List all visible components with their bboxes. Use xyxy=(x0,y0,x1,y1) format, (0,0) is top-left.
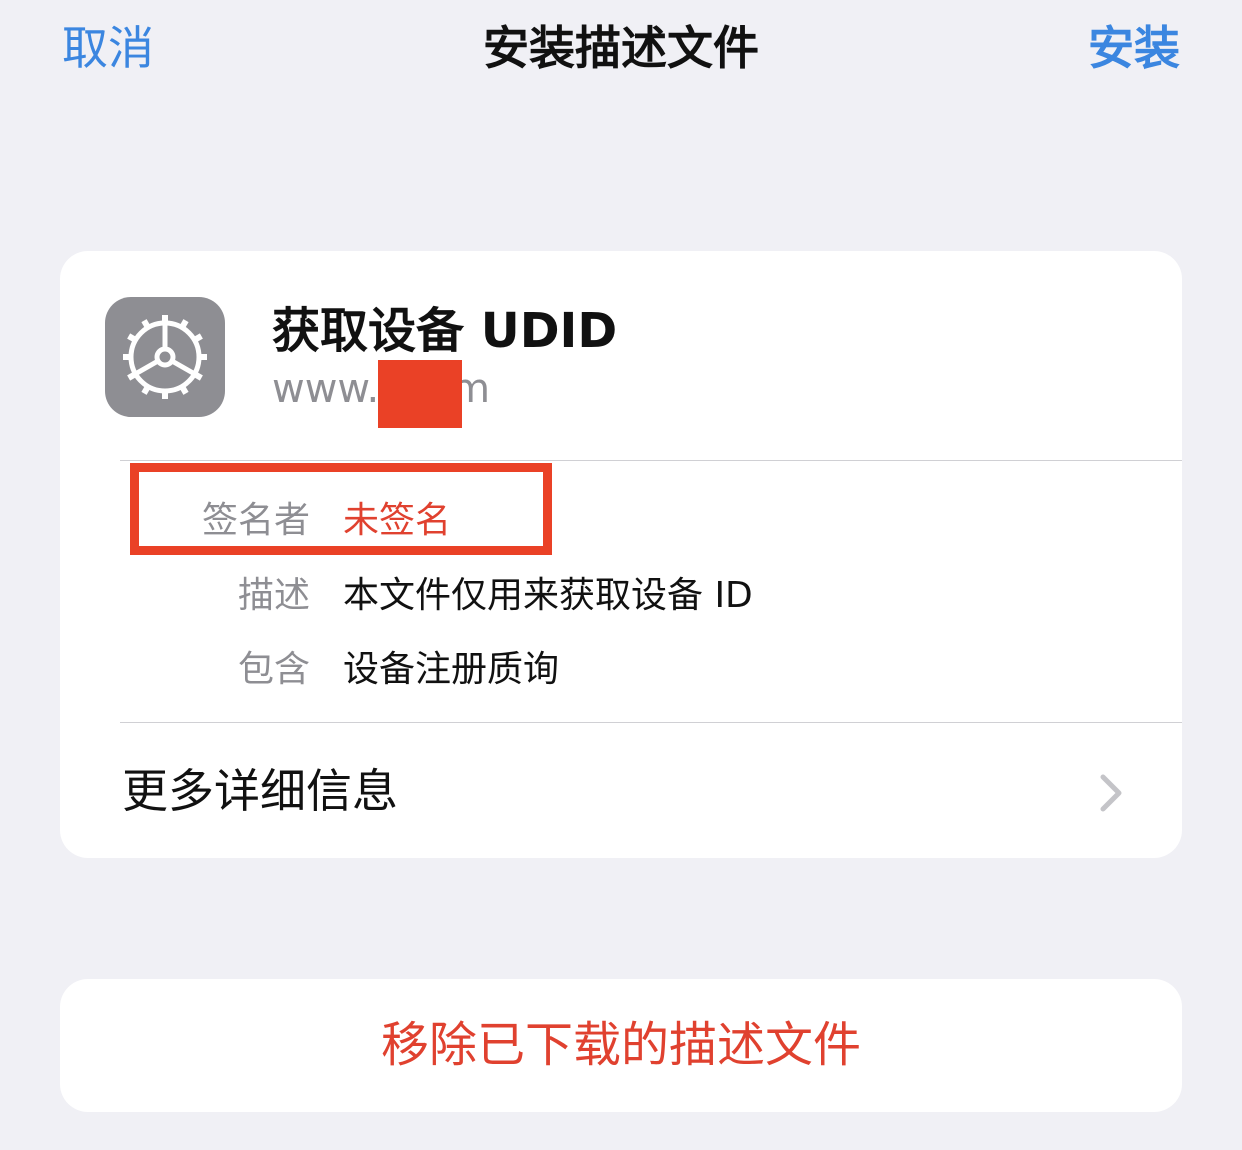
cancel-button[interactable]: 取消 xyxy=(62,16,154,80)
remove-profile-label: 移除已下载的描述文件 xyxy=(380,1017,861,1073)
detail-label: 签名者 xyxy=(201,500,310,541)
detail-row-signer: 签名者 未签名 xyxy=(60,493,1182,549)
profile-card: 获取设备 UDID www. .com 签名者 未签名 描述 本文件仅用来获取设… xyxy=(60,251,1182,858)
chevron-right-icon xyxy=(1100,774,1122,812)
install-button[interactable]: 安装 xyxy=(1088,16,1180,80)
detail-row-description: 描述 本文件仅用来获取设备 ID xyxy=(60,568,1182,624)
detail-value: 本文件仅用来获取设备 ID xyxy=(343,575,753,616)
gear-icon xyxy=(123,315,207,399)
detail-row-contains: 包含 设备注册质询 xyxy=(60,642,1182,698)
remove-profile-button[interactable]: 移除已下载的描述文件 xyxy=(60,979,1182,1112)
detail-label: 包含 xyxy=(237,649,310,690)
more-details-label: 更多详细信息 xyxy=(122,764,398,818)
divider xyxy=(120,460,1182,461)
detail-value: 设备注册质询 xyxy=(343,649,560,690)
detail-value: 未签名 xyxy=(343,500,452,541)
page-title: 安装描述文件 xyxy=(483,21,759,75)
navigation-bar: 取消 安装描述文件 安装 xyxy=(0,0,1242,100)
settings-app-icon xyxy=(105,297,225,417)
detail-label: 描述 xyxy=(237,575,310,616)
redaction-block xyxy=(378,360,462,428)
more-details-row[interactable]: 更多详细信息 xyxy=(60,723,1182,858)
profile-name: 获取设备 UDID xyxy=(272,303,618,359)
